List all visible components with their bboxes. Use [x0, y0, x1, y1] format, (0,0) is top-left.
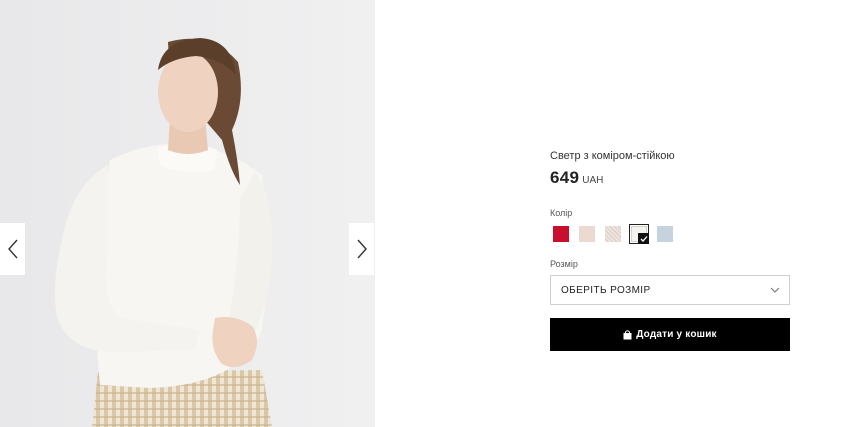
color-swatch-light-beige[interactable]	[605, 226, 621, 242]
product-photo	[0, 0, 375, 427]
gallery-prev-button[interactable]	[0, 223, 25, 275]
color-swatch-red[interactable]	[553, 226, 569, 242]
chevron-left-icon	[7, 239, 18, 259]
add-to-cart-button[interactable]: Додати у кошик	[550, 318, 790, 351]
product-price: 649 UAH	[550, 168, 603, 188]
price-currency: UAH	[582, 175, 604, 186]
price-value: 649	[550, 168, 580, 187]
color-swatch-pink-beige[interactable]	[579, 226, 595, 242]
chevron-right-icon	[356, 239, 367, 259]
gallery-next-button[interactable]	[349, 223, 374, 275]
product-title: Светр з коміром-стійкою	[550, 150, 675, 162]
product-gallery	[0, 0, 375, 427]
add-to-cart-label: Додати у кошик	[636, 329, 717, 340]
color-swatch-light-blue[interactable]	[657, 226, 673, 242]
color-swatch-cream[interactable]	[629, 224, 649, 244]
shopping-bag-icon	[623, 329, 632, 340]
checkmark-icon	[638, 233, 649, 244]
chevron-down-icon	[770, 287, 780, 293]
size-select[interactable]: ОБЕРІТЬ РОЗМІР	[550, 275, 790, 305]
color-label: Колір	[550, 208, 573, 218]
size-label: Розмір	[550, 259, 578, 269]
size-select-value: ОБЕРІТЬ РОЗМІР	[561, 285, 651, 296]
